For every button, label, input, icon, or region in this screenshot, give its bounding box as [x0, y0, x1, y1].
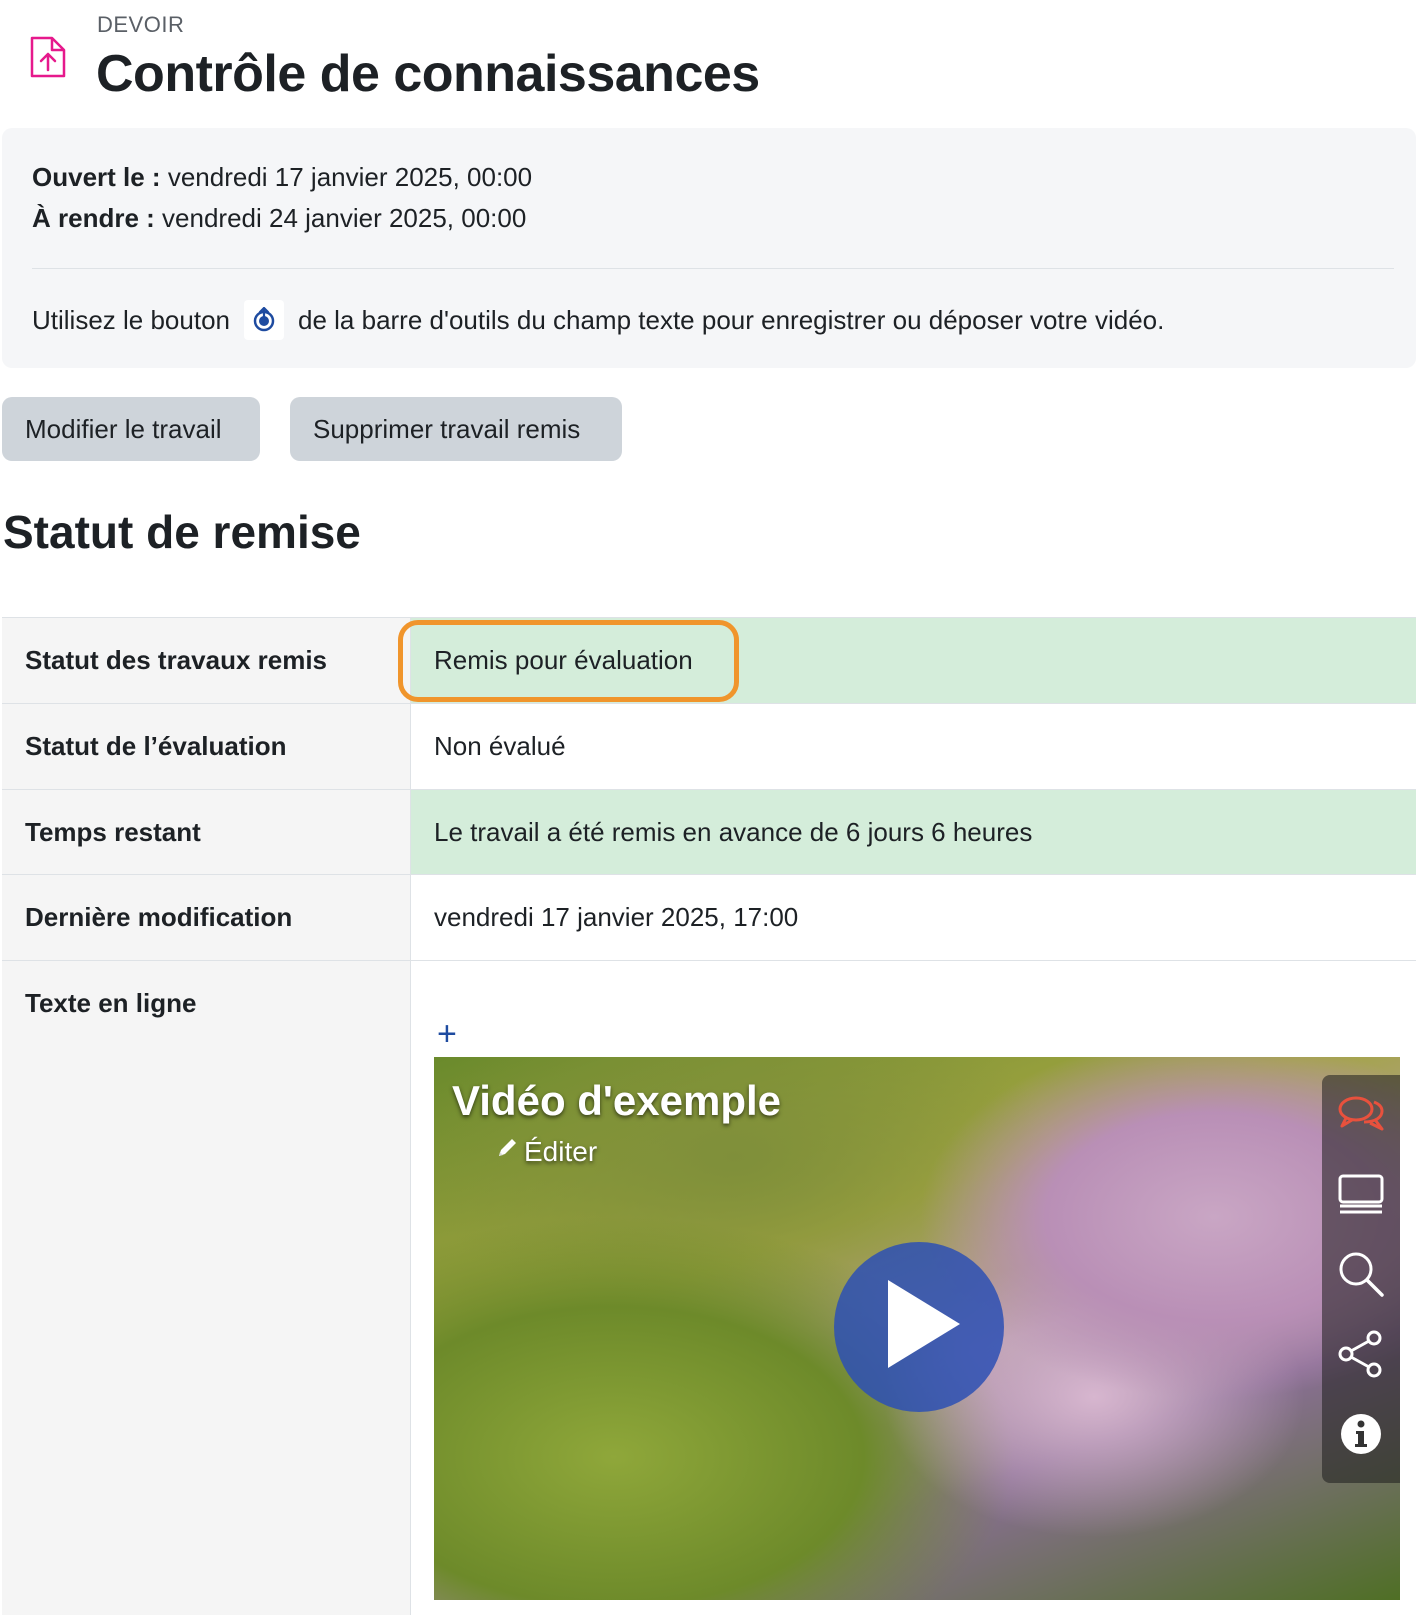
opened-date: Ouvert le : vendredi 17 janvier 2025, 00…: [32, 162, 532, 193]
online-text-cell: + Vidéo d'exemple Éditer: [411, 961, 1416, 1615]
table-row: Dernière modification vendredi 17 janvie…: [2, 874, 1416, 960]
expand-plus-icon[interactable]: +: [437, 1017, 457, 1051]
page-title: Contrôle de connaissances: [96, 45, 760, 103]
play-button[interactable]: [834, 1242, 1004, 1412]
dates-box: Ouvert le : vendredi 17 janvier 2025, 00…: [2, 128, 1416, 368]
video-title: Vidéo d'exemple: [452, 1077, 782, 1124]
row-value-cell: Remis pour évaluation: [398, 618, 1416, 703]
record-upload-icon: [244, 300, 284, 340]
info-icon[interactable]: [1336, 1409, 1386, 1459]
video-player[interactable]: Vidéo d'exemple Éditer: [434, 1057, 1400, 1600]
row-label: Texte en ligne: [2, 961, 411, 1615]
due-label: À rendre :: [32, 203, 155, 233]
instructions-after: de la barre d'outils du champ texte pour…: [298, 304, 1165, 335]
comments-icon[interactable]: [1336, 1089, 1386, 1139]
grading-status-value: Non évalué: [411, 704, 1416, 789]
share-icon[interactable]: [1336, 1329, 1386, 1379]
divider: [32, 268, 1394, 269]
row-label: Dernière modification: [2, 875, 411, 960]
time-remaining-value: Le travail a été remis en avance de 6 jo…: [411, 790, 1416, 874]
transcript-icon[interactable]: [1336, 1169, 1386, 1219]
table-row: Statut de l’évaluation Non évalué: [2, 703, 1416, 789]
table-row: Temps restant Le travail a été remis en …: [2, 789, 1416, 874]
row-label: Statut de l’évaluation: [2, 704, 411, 789]
activity-type-label: DEVOIR: [97, 12, 185, 37]
submission-status-value: Remis pour évaluation: [434, 645, 693, 675]
last-modified-value: vendredi 17 janvier 2025, 17:00: [411, 875, 1416, 960]
row-label: Statut des travaux remis: [2, 618, 411, 703]
pencil-icon: [494, 1135, 520, 1168]
video-edit-label: Éditer: [524, 1135, 598, 1167]
edit-submission-button[interactable]: Modifier le travail: [2, 397, 260, 461]
row-label: Temps restant: [2, 790, 411, 874]
section-title: Statut de remise: [3, 506, 361, 558]
opened-value: vendredi 17 janvier 2025, 00:00: [167, 162, 533, 192]
table-row: Statut des travaux remis Remis pour éval…: [2, 617, 1416, 703]
table-row: Texte en ligne + Vidéo d'exemple Éditer: [2, 960, 1416, 1615]
opened-label: Ouvert le :: [32, 162, 161, 192]
instructions: Utilisez le bouton de la barre d'outils …: [32, 300, 1164, 340]
page: DEVOIR Contrôle de connaissances Ouvert …: [0, 0, 1416, 1615]
video-edit-link[interactable]: Éditer: [494, 1135, 597, 1168]
player-sidebar: [1322, 1075, 1400, 1483]
page-header: DEVOIR Contrôle de connaissances: [0, 0, 1416, 120]
due-value: vendredi 24 janvier 2025, 00:00: [162, 203, 527, 233]
delete-submission-button[interactable]: Supprimer travail remis: [290, 397, 622, 461]
play-icon: [874, 1274, 964, 1381]
file-upload-icon: [28, 32, 68, 82]
instructions-before: Utilisez le bouton: [32, 304, 230, 335]
search-icon[interactable]: [1336, 1249, 1386, 1299]
due-date: À rendre : vendredi 24 janvier 2025, 00:…: [32, 203, 526, 234]
